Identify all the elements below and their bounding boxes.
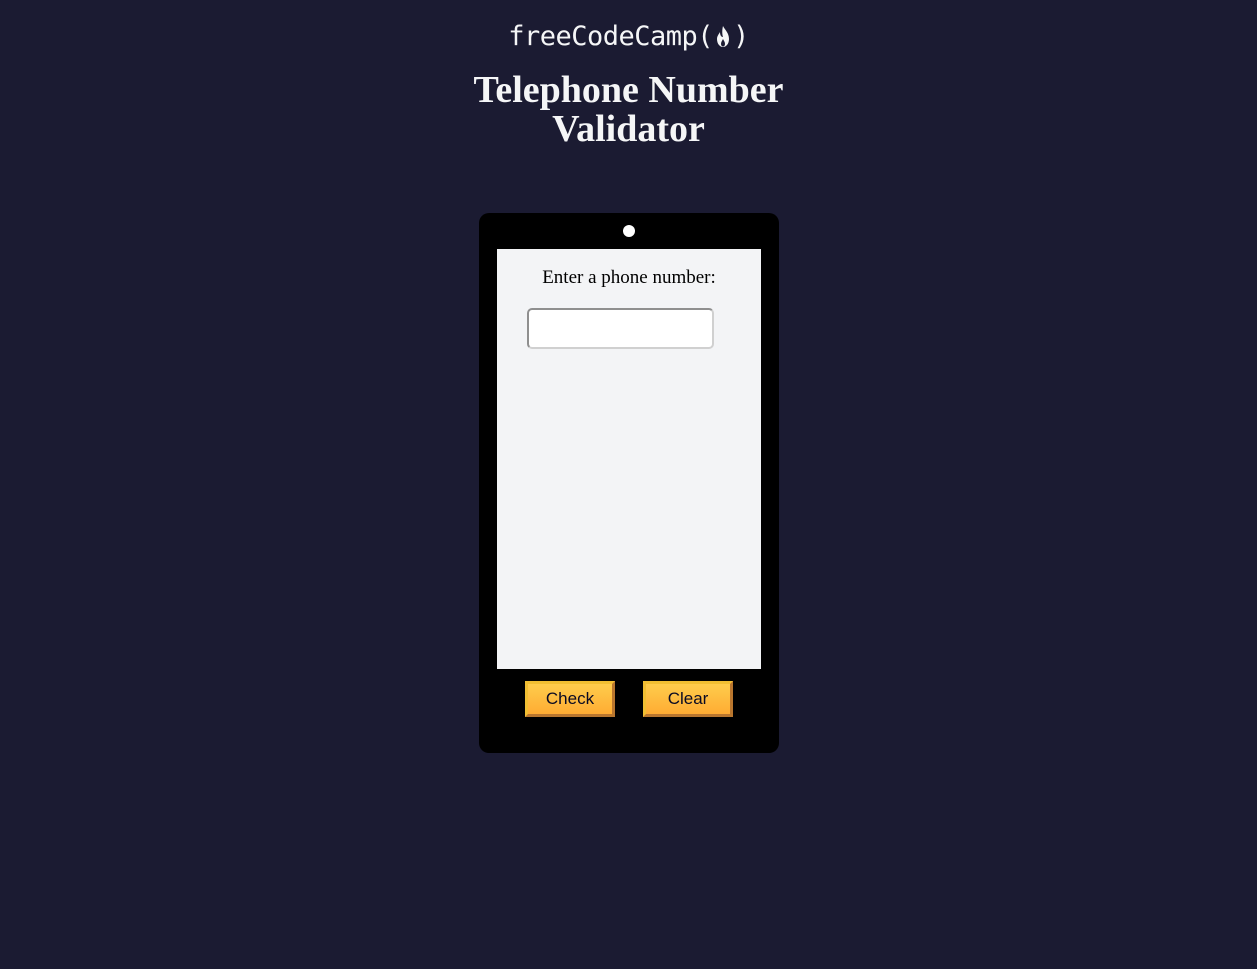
- logo-text-prefix: freeCodeCamp(: [508, 20, 714, 52]
- logo-text-suffix: ): [733, 20, 749, 52]
- page-title-line-2: Validator: [552, 108, 705, 150]
- freecodecamp-logo[interactable]: freeCodeCamp(): [0, 18, 1257, 55]
- phone-screen: Enter a phone number:: [497, 249, 761, 669]
- page-title: Telephone Number Validator: [0, 71, 1257, 149]
- phone-camera: [623, 225, 635, 237]
- clear-button[interactable]: Clear: [643, 681, 733, 717]
- check-button[interactable]: Check: [525, 681, 615, 717]
- page-title-line-1: Telephone Number: [473, 69, 784, 111]
- phone-input-label: Enter a phone number:: [542, 267, 716, 288]
- phone-number-input[interactable]: [527, 308, 714, 349]
- flame-icon: [717, 25, 730, 47]
- phone-container: Enter a phone number: Check Clear: [479, 213, 779, 753]
